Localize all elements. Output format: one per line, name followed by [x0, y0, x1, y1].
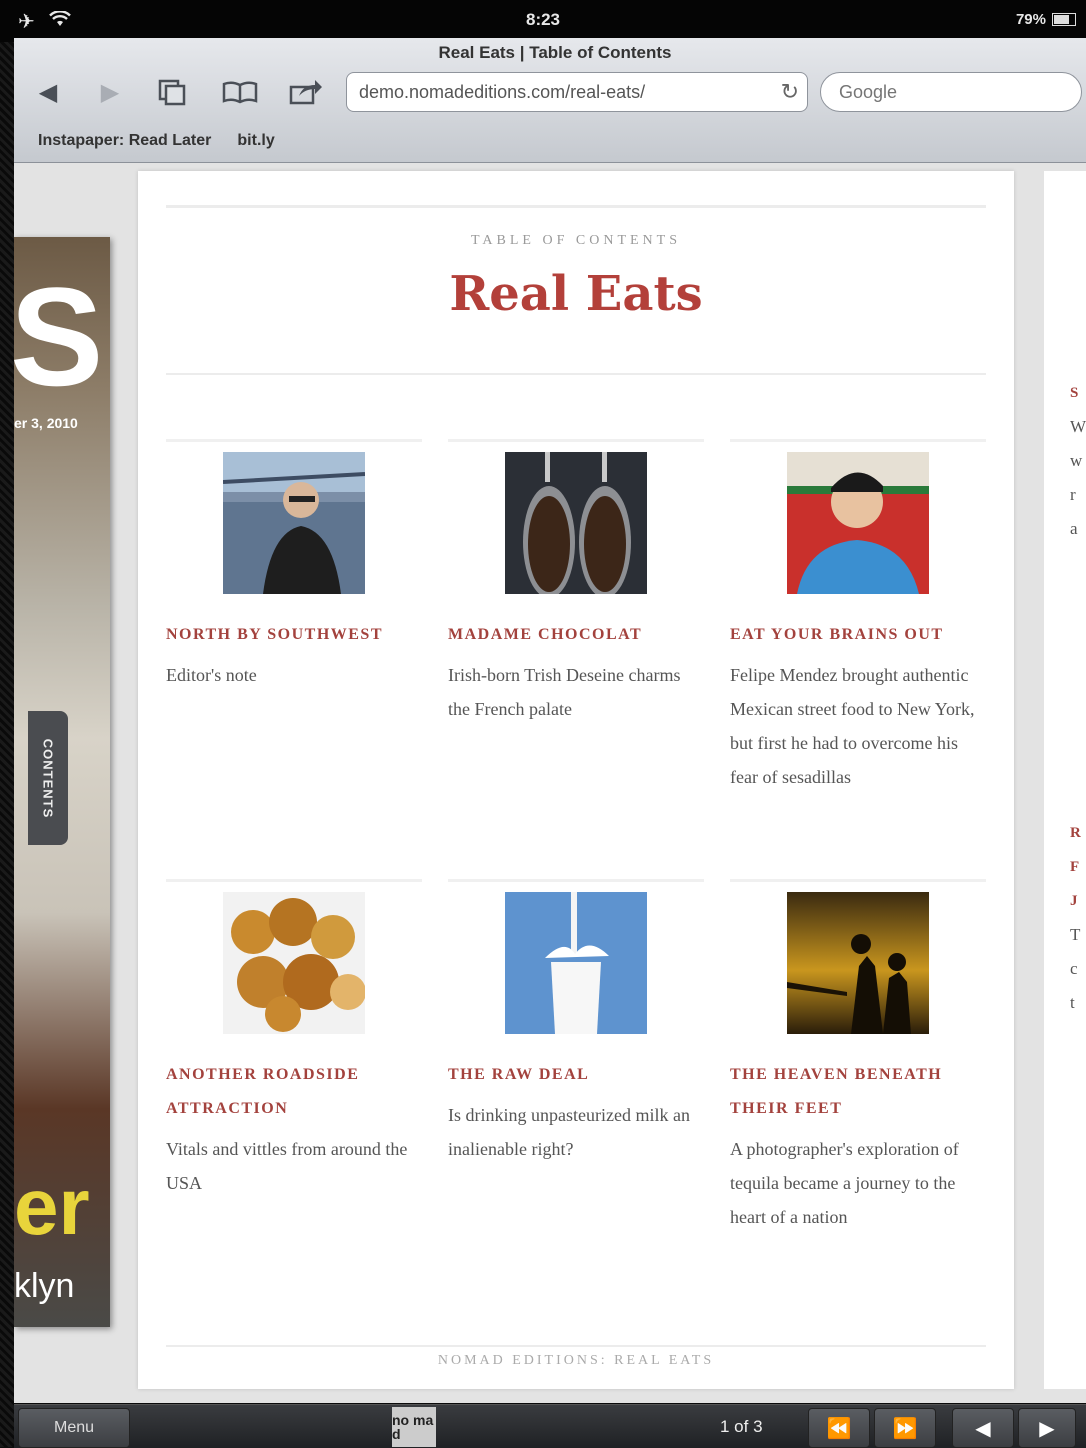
toc-item[interactable]: MADAME CHOCOLAT Irish-born Trish Deseine… — [448, 439, 704, 726]
editor-portrait-image[interactable] — [223, 452, 365, 594]
next-page-fragment: T — [1070, 925, 1081, 944]
toc-item[interactable]: EAT YOUR BRAINS OUT Felipe Mendez brough… — [730, 439, 986, 794]
web-page: S er 3, 2010 er klyn CONTENTS TABLE OF C… — [14, 163, 1086, 1403]
cover-headline: er — [14, 1162, 90, 1251]
rewind-icon: ⏪ — [826, 1417, 852, 1440]
rewind-button[interactable]: ⏪ — [808, 1408, 870, 1448]
toc-item-heading[interactable]: NORTH BY SOUTHWEST — [166, 618, 422, 652]
status-bar: ✈ 8:23 79% — [0, 0, 1086, 42]
title-rule — [166, 373, 986, 375]
tabs-button[interactable] — [152, 72, 192, 112]
bookmarks-bar: Instapaper: Read Later bit.ly — [38, 132, 275, 150]
fried-food-image[interactable] — [223, 892, 365, 1034]
toc-item[interactable]: NORTH BY SOUTHWEST Editor's note — [166, 439, 422, 692]
next-page-fragment: S — [1070, 385, 1079, 401]
fast-forward-icon: ⏩ — [892, 1417, 918, 1440]
page-title: Real Eats | Table of Contents — [438, 43, 672, 62]
device-frame: ✈ 8:23 79% Real Eats | Table of Contents… — [0, 0, 1086, 1448]
device-bezel — [0, 0, 14, 1447]
pages-icon — [158, 79, 186, 106]
share-button[interactable] — [286, 72, 326, 112]
toc-item-heading[interactable]: EAT YOUR BRAINS OUT — [730, 618, 986, 652]
next-page-fragment: a — [1070, 519, 1078, 538]
table-of-contents-page: TABLE OF CONTENTS Real Eats NORTH BY SOU… — [138, 171, 1014, 1389]
cover-date: er 3, 2010 — [14, 415, 78, 431]
search-input[interactable] — [837, 81, 1071, 104]
reader-toolbar: Menu no ma d 1 of 3 ⏪ ⏩ ◀ ▶ — [14, 1404, 1086, 1448]
next-page-button[interactable]: ▶ — [1018, 1408, 1076, 1448]
next-page-fragment: t — [1070, 993, 1075, 1012]
next-page-fragment: w — [1070, 451, 1083, 470]
toc-item-description: Irish-born Trish Deseine charms the Fren… — [448, 665, 681, 719]
next-page-fragment: J — [1070, 893, 1078, 909]
top-rule — [166, 205, 986, 208]
previous-page-button[interactable]: ◀ — [952, 1408, 1014, 1448]
contents-tab-label: CONTENTS — [40, 738, 56, 818]
back-arrow-icon: ◀ — [38, 78, 58, 106]
toc-item-heading[interactable]: ANOTHER ROADSIDE ATTRACTION — [166, 1058, 422, 1126]
next-page-fragment: c — [1070, 959, 1078, 978]
contents-tab[interactable]: CONTENTS — [28, 711, 68, 845]
toc-item-heading[interactable]: THE HEAVEN BENEATH THEIR FEET — [730, 1058, 986, 1126]
chocolate-scoops-image[interactable] — [505, 452, 647, 594]
bookmark-bitly[interactable]: bit.ly — [237, 132, 274, 150]
cover-logo-letter: S — [14, 258, 104, 415]
fast-forward-button[interactable]: ⏩ — [874, 1408, 936, 1448]
toc-item-description: Vitals and vittles from around the USA — [166, 1139, 408, 1193]
page-footer: NOMAD EDITIONS: REAL EATS — [437, 1353, 715, 1368]
next-page-fragment: F — [1070, 859, 1080, 875]
toc-item-description: Felipe Mendez brought authentic Mexican … — [730, 665, 975, 787]
menu-button[interactable]: Menu — [18, 1408, 130, 1448]
battery-percent: 79% — [1015, 11, 1046, 28]
search-bar[interactable] — [820, 72, 1082, 112]
silhouette-sunset-image[interactable] — [787, 892, 929, 1034]
toc-item-heading[interactable]: THE RAW DEAL — [448, 1058, 704, 1092]
cover-subtitle: klyn — [14, 1267, 75, 1305]
battery-icon — [1052, 13, 1076, 26]
forward-arrow-icon: ▶ — [100, 78, 120, 106]
next-page-preview[interactable]: S W w r a R F J T c t — [1044, 171, 1086, 1389]
share-icon — [289, 80, 322, 105]
smiling-man-image[interactable] — [787, 452, 929, 594]
toc-item-description: A photographer's exploration of tequila … — [730, 1139, 959, 1227]
toc-kicker: TABLE OF CONTENTS — [471, 233, 681, 248]
toc-item[interactable]: THE RAW DEAL Is drinking unpasteurized m… — [448, 879, 704, 1166]
toc-title: Real Eats — [449, 266, 703, 322]
footer-rule — [166, 1345, 986, 1347]
next-page-fragment: r — [1070, 485, 1076, 504]
bookmark-instapaper[interactable]: Instapaper: Read Later — [38, 132, 211, 150]
milk-glass-image[interactable] — [505, 892, 647, 1034]
clock: 8:23 — [525, 10, 561, 29]
reload-icon[interactable]: ↻ — [781, 79, 799, 105]
next-page-fragment: W — [1070, 417, 1086, 436]
forward-button[interactable]: ▶ — [90, 72, 130, 112]
back-button[interactable]: ◀ — [28, 72, 68, 112]
browser-chrome: Real Eats | Table of Contents ◀ ▶ ↻ Inst… — [14, 38, 1086, 163]
toc-item-heading[interactable]: MADAME CHOCOLAT — [448, 618, 704, 652]
toc-item-description: Editor's note — [166, 665, 257, 685]
open-book-icon — [222, 81, 258, 104]
next-icon: ▶ — [1039, 1417, 1055, 1440]
url-input[interactable] — [357, 81, 761, 104]
toc-item-description: Is drinking unpasteurized milk an inalie… — [448, 1105, 690, 1159]
nomad-logo: no ma d — [392, 1407, 436, 1447]
url-bar[interactable]: ↻ — [346, 72, 808, 112]
toc-item[interactable]: THE HEAVEN BENEATH THEIR FEET A photogra… — [730, 879, 986, 1234]
toc-item[interactable]: ANOTHER ROADSIDE ATTRACTION Vitals and v… — [166, 879, 422, 1200]
bookmarks-button[interactable] — [220, 72, 260, 112]
page-indicator: 1 of 3 — [720, 1417, 763, 1436]
navigation-bar: ◀ ▶ ↻ — [14, 72, 1086, 116]
previous-icon: ◀ — [975, 1417, 991, 1440]
next-page-fragment: R — [1070, 825, 1081, 841]
